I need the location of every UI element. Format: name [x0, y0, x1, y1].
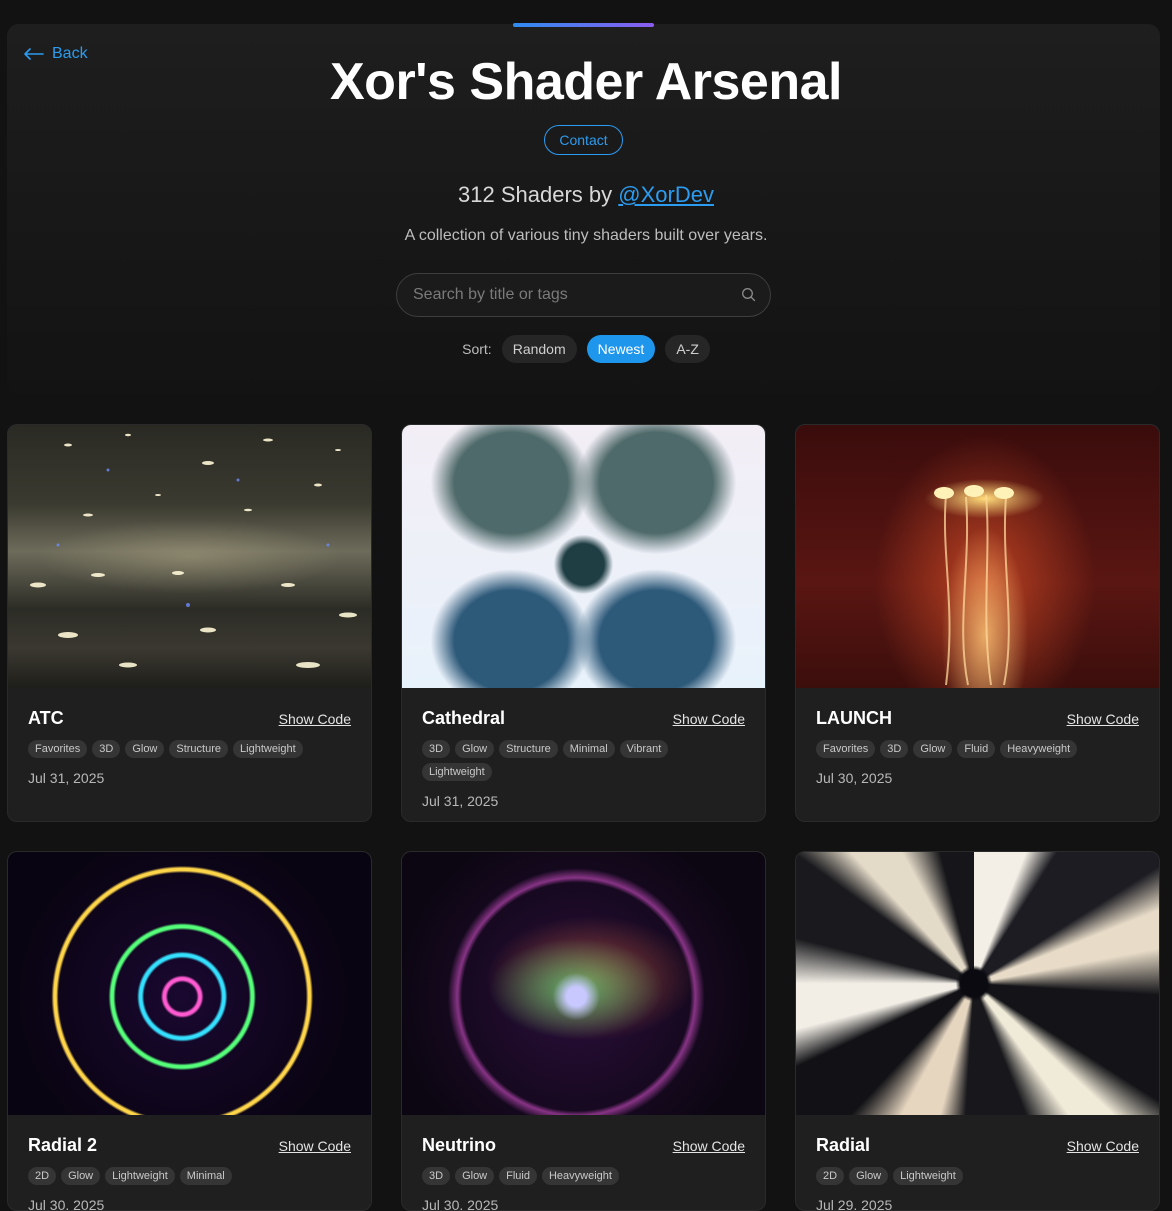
search-input[interactable] [413, 274, 733, 316]
shader-count-subtitle: 312 Shaders by @XorDev [0, 182, 1172, 208]
tag-list: Favorites 3D Glow Fluid Heavyweight [816, 740, 1116, 758]
shader-title: ATC [28, 708, 64, 728]
shader-thumbnail[interactable] [796, 852, 1159, 1115]
tag[interactable]: Glow [913, 740, 953, 758]
shader-date: Jul 29, 2025 [816, 1197, 893, 1211]
shader-thumbnail[interactable] [402, 852, 765, 1115]
sort-random-button[interactable]: Random [501, 335, 577, 363]
tag[interactable]: Heavyweight [1000, 740, 1078, 758]
tag[interactable]: Glow [455, 1167, 495, 1185]
light-streaks-image [30, 433, 357, 668]
tag[interactable]: Heavyweight [541, 1167, 619, 1185]
tag-list: 3D Glow Structure Minimal Vibrant Lightw… [422, 740, 722, 781]
show-code-link[interactable]: Show Code [1067, 1138, 1139, 1154]
tag[interactable]: Favorites [28, 740, 88, 758]
sort-label: Sort: [462, 341, 492, 357]
shader-title: Neutrino [422, 1135, 496, 1155]
search-icon[interactable] [741, 287, 756, 307]
tag-list: 3D Glow Fluid Heavyweight [422, 1167, 722, 1185]
search-box [396, 273, 771, 317]
shader-date: Jul 31, 2025 [28, 770, 105, 786]
tag[interactable]: 3D [422, 740, 451, 758]
sort-az-button[interactable]: A-Z [665, 335, 710, 363]
tag[interactable]: 2D [816, 1167, 845, 1185]
shader-date: Jul 31, 2025 [422, 793, 499, 809]
shader-card-neutrino[interactable]: Neutrino Show Code 3D Glow Fluid Heavywe… [401, 851, 766, 1211]
show-code-link[interactable]: Show Code [279, 711, 351, 727]
tag[interactable]: Fluid [957, 740, 996, 758]
page-title: Xor's Shader Arsenal [330, 53, 842, 111]
shader-title: Radial 2 [28, 1135, 98, 1155]
tag[interactable]: Minimal [562, 740, 615, 758]
shader-date: Jul 30, 2025 [422, 1197, 499, 1211]
tag[interactable]: Structure [169, 740, 229, 758]
page-description: A collection of various tiny shaders bui… [404, 227, 768, 244]
accent-line [513, 23, 654, 27]
contact-button[interactable]: Contact [544, 125, 623, 155]
shader-title: Radial [816, 1135, 871, 1155]
shader-card-cathedral[interactable]: Cathedral Show Code 3D Glow Structure Mi… [401, 424, 766, 822]
shader-thumbnail[interactable] [8, 852, 371, 1115]
show-code-link[interactable]: Show Code [279, 1138, 351, 1154]
sort-bar: Sort: Random Newest A-Z [0, 335, 1172, 363]
author-link[interactable]: @XorDev [618, 182, 714, 207]
tag[interactable]: 3D [92, 740, 121, 758]
shader-thumbnail[interactable] [402, 425, 765, 688]
show-code-link[interactable]: Show Code [1067, 711, 1139, 727]
shader-thumbnail[interactable] [8, 425, 371, 688]
tag[interactable]: Lightweight [233, 740, 303, 758]
shader-card-launch[interactable]: LAUNCH Show Code Favorites 3D Glow Fluid… [795, 424, 1160, 822]
tag[interactable]: Fluid [499, 1167, 537, 1185]
show-code-link[interactable]: Show Code [673, 711, 745, 727]
shader-card-atc[interactable]: ATC Show Code Favorites 3D Glow Structur… [7, 424, 372, 822]
tag[interactable]: Glow [455, 740, 495, 758]
sort-newest-button[interactable]: Newest [586, 335, 656, 363]
tag[interactable]: Favorites [816, 740, 876, 758]
show-code-link[interactable]: Show Code [673, 1138, 745, 1154]
tag-list: 2D Glow Lightweight [816, 1167, 1116, 1185]
tag[interactable]: Structure [499, 740, 558, 758]
flame-image [934, 485, 1014, 686]
shader-thumbnail[interactable] [796, 425, 1159, 688]
tag[interactable]: Glow [849, 1167, 889, 1185]
tag-list: Favorites 3D Glow Structure Lightweight [28, 740, 328, 758]
tag[interactable]: 2D [28, 1167, 57, 1185]
tag[interactable]: Glow [125, 740, 165, 758]
tag[interactable]: 3D [422, 1167, 451, 1185]
subtitle-prefix: 312 Shaders by [458, 182, 619, 207]
tag[interactable]: Lightweight [105, 1167, 175, 1185]
shader-date: Jul 30, 2025 [28, 1197, 105, 1211]
tag[interactable]: Lightweight [422, 763, 492, 781]
shader-card-radial[interactable]: Radial Show Code 2D Glow Lightweight Jul… [795, 851, 1160, 1211]
shader-title: Cathedral [422, 708, 506, 728]
tag[interactable]: Lightweight [893, 1167, 963, 1185]
shader-date: Jul 30, 2025 [816, 770, 893, 786]
tag[interactable]: Glow [61, 1167, 101, 1185]
tag[interactable]: Minimal [179, 1167, 232, 1185]
tag[interactable]: 3D [880, 740, 909, 758]
tag-list: 2D Glow Lightweight Minimal [28, 1167, 328, 1185]
tag[interactable]: Vibrant [619, 740, 669, 758]
shader-title: LAUNCH [816, 708, 892, 728]
shader-card-radial-2[interactable]: Radial 2 Show Code 2D Glow Lightweight M… [7, 851, 372, 1211]
